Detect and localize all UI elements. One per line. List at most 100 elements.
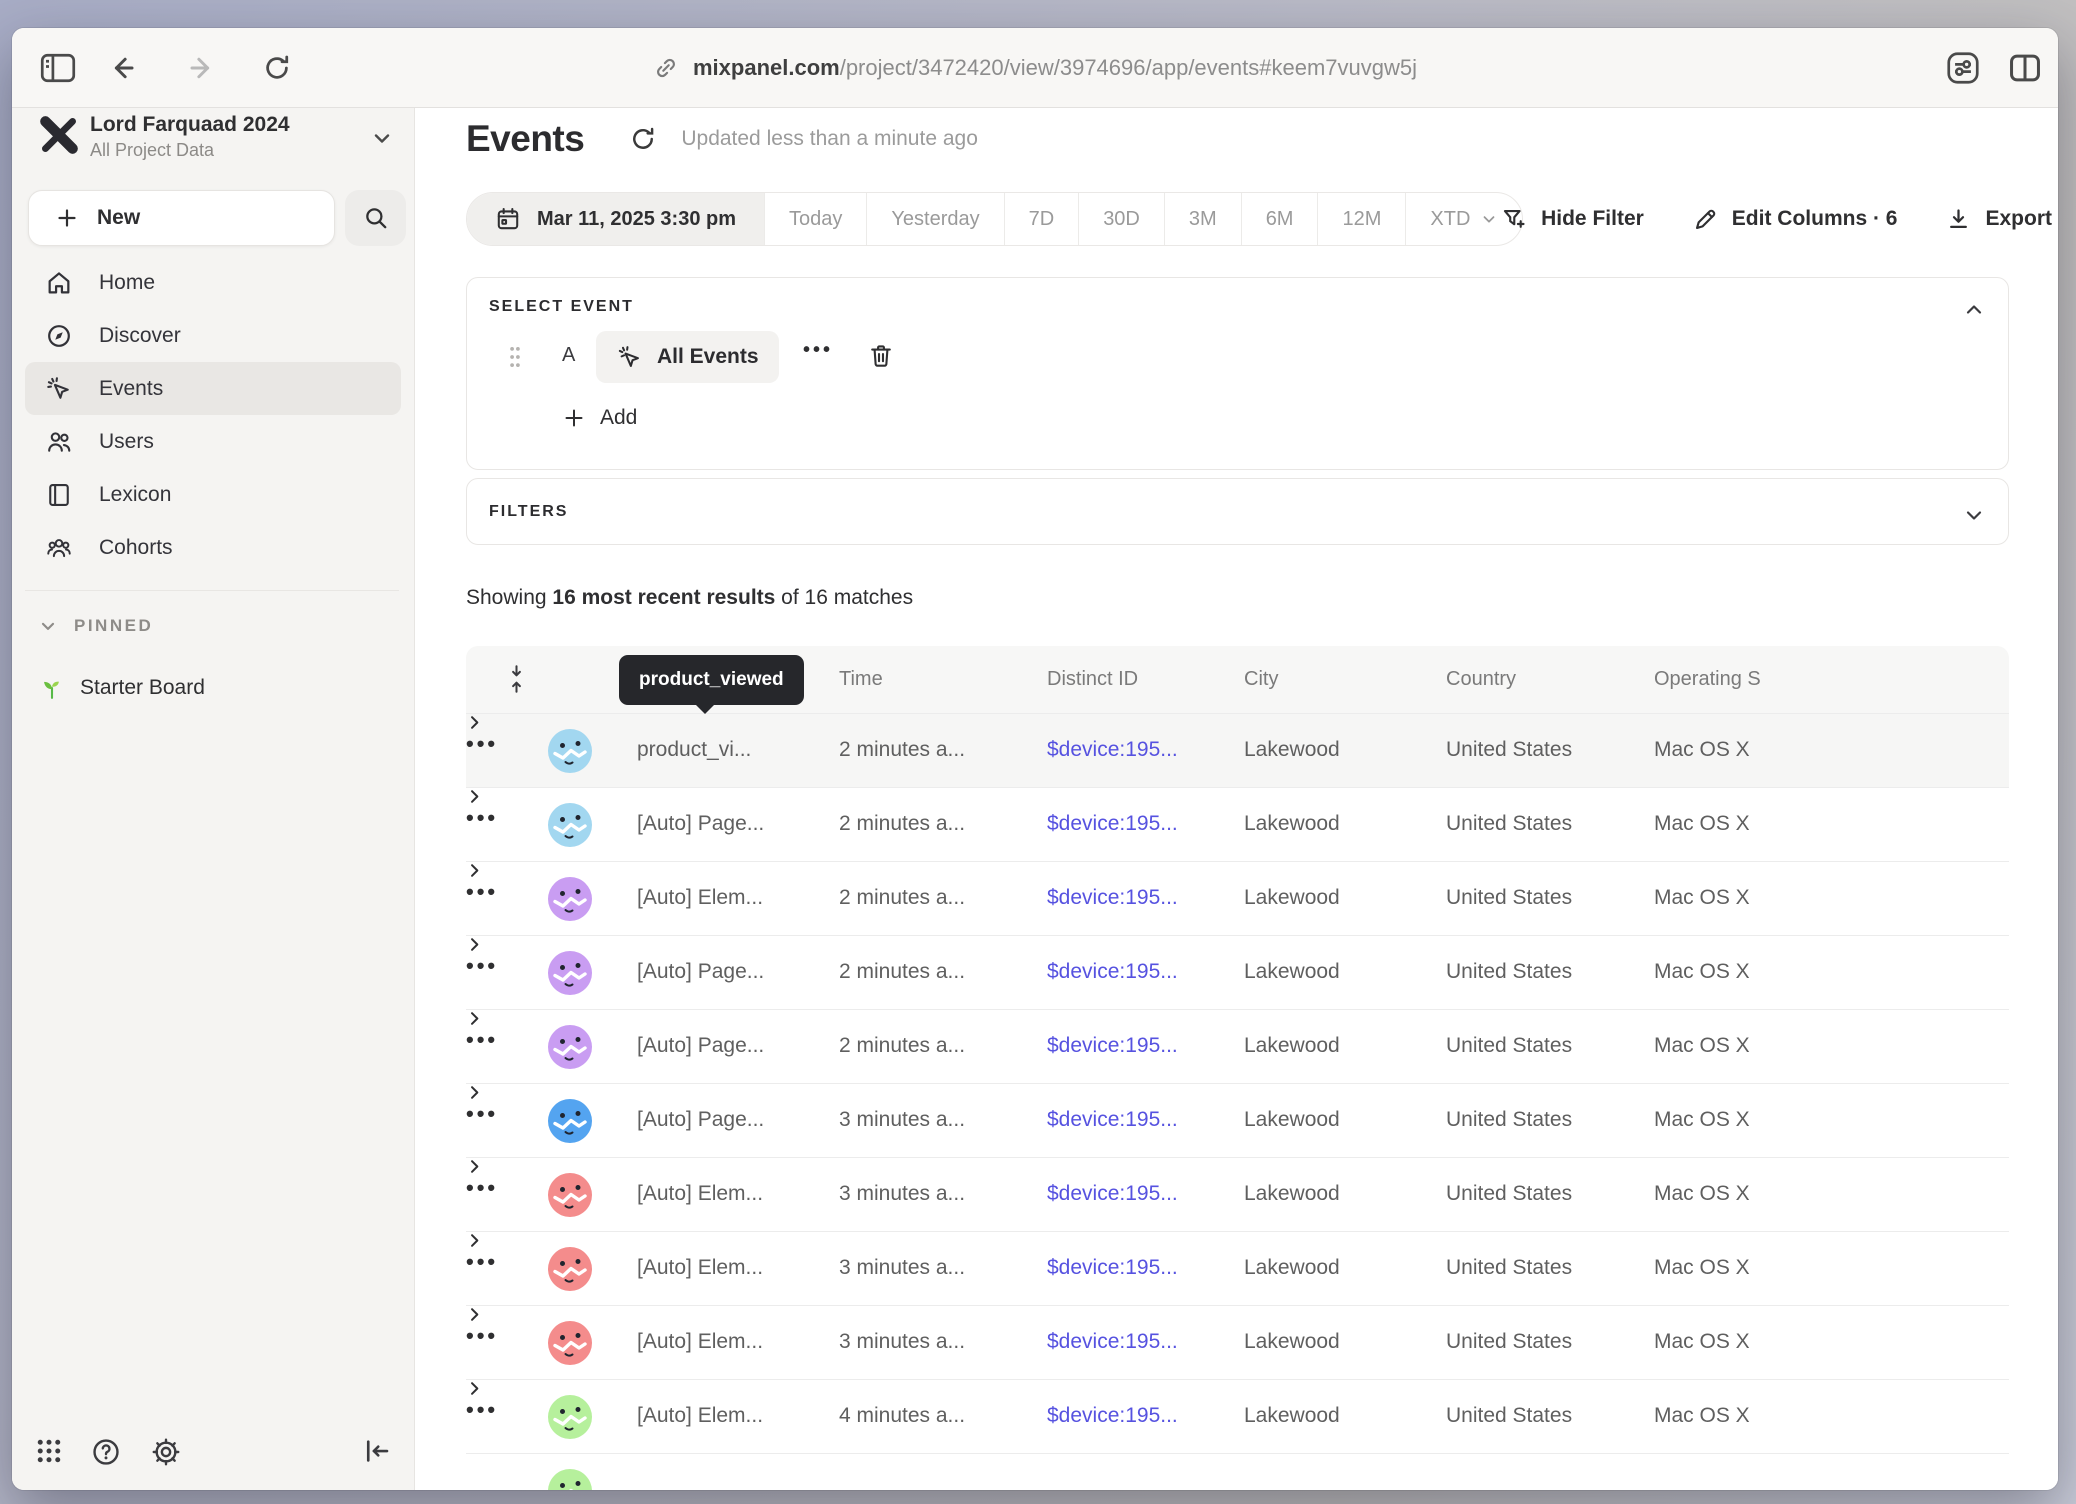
cell-distinct-id[interactable]: $device:195... bbox=[1047, 1330, 1178, 1354]
row-actions-button[interactable]: ••• bbox=[466, 953, 498, 978]
reload-icon[interactable] bbox=[262, 53, 292, 83]
new-button[interactable]: New bbox=[28, 190, 335, 246]
range-7d[interactable]: 7D bbox=[1004, 193, 1079, 245]
chevron-up-icon[interactable] bbox=[1962, 298, 1986, 322]
range-30d[interactable]: 30D bbox=[1078, 193, 1164, 245]
cell-country: United States bbox=[1446, 1108, 1572, 1132]
row-actions-button[interactable]: ••• bbox=[466, 1027, 498, 1052]
row-actions-button[interactable]: ••• bbox=[466, 805, 498, 830]
cell-os: Mac OS X bbox=[1654, 960, 1750, 984]
sidebar-item-starter-board[interactable]: Starter Board bbox=[38, 674, 205, 702]
cell-distinct-id[interactable]: $device:195... bbox=[1047, 1034, 1178, 1058]
project-subtitle: All Project Data bbox=[90, 140, 214, 161]
filter-funnel-icon bbox=[1501, 206, 1528, 233]
sidebar-item-discover[interactable]: Discover bbox=[25, 309, 401, 362]
chevron-down-icon[interactable] bbox=[1962, 503, 1986, 527]
drag-handle-icon[interactable] bbox=[507, 343, 523, 371]
row-actions-button[interactable]: ••• bbox=[466, 879, 498, 904]
cell-event[interactable]: [Auto] Page... bbox=[637, 812, 764, 836]
cell-event[interactable]: [Auto] Page... bbox=[637, 1108, 764, 1132]
cell-event[interactable]: [Auto] Elem... bbox=[637, 886, 763, 910]
cell-event[interactable]: [Auto] Elem... bbox=[637, 1256, 763, 1280]
range-yesterday[interactable]: Yesterday bbox=[866, 193, 1003, 245]
expand-row-icon[interactable] bbox=[466, 862, 2009, 879]
settings-gear-icon[interactable] bbox=[150, 1436, 182, 1468]
date-picker-segment[interactable]: Mar 11, 2025 3:30 pm bbox=[467, 193, 764, 245]
refresh-icon[interactable] bbox=[629, 125, 657, 153]
col-operating-system[interactable]: Operating S bbox=[1654, 668, 1761, 691]
expand-row-icon[interactable] bbox=[466, 1232, 2009, 1249]
browser-toolbar: mixpanel.com/project/3472420/view/397469… bbox=[12, 28, 2058, 108]
cell-event[interactable]: [Auto] Page... bbox=[637, 1034, 764, 1058]
cell-distinct-id[interactable]: $device:195... bbox=[1047, 738, 1178, 762]
row-actions-button[interactable]: ••• bbox=[466, 731, 498, 756]
all-events-chip[interactable]: All Events bbox=[596, 331, 779, 383]
expand-row-icon[interactable] bbox=[466, 788, 2009, 805]
expand-row-icon[interactable] bbox=[466, 714, 2009, 731]
export-button[interactable]: Export bbox=[1945, 206, 2052, 233]
cell-city: Lakewood bbox=[1244, 1330, 1340, 1354]
cell-distinct-id[interactable]: $device:195... bbox=[1047, 1182, 1178, 1206]
new-button-label: New bbox=[97, 206, 140, 230]
add-event-button[interactable]: Add bbox=[562, 406, 637, 430]
cell-distinct-id[interactable]: $device:195... bbox=[1047, 886, 1178, 910]
split-view-icon[interactable] bbox=[2006, 49, 2044, 87]
range-today[interactable]: Today bbox=[764, 193, 866, 245]
collapse-rows-icon[interactable] bbox=[508, 664, 525, 694]
download-icon bbox=[1945, 206, 1972, 233]
row-actions-button[interactable]: ••• bbox=[466, 1175, 498, 1200]
cell-distinct-id[interactable]: $device:195... bbox=[1047, 812, 1178, 836]
cell-event[interactable]: [Auto] Elem... bbox=[637, 1182, 763, 1206]
cell-distinct-id[interactable]: $device:195... bbox=[1047, 1404, 1178, 1428]
row-actions-button[interactable]: ••• bbox=[466, 1397, 498, 1422]
chevron-down-icon bbox=[38, 616, 58, 636]
range-3m[interactable]: 3M bbox=[1164, 193, 1241, 245]
col-country[interactable]: Country bbox=[1446, 668, 1516, 691]
date-range-control: Mar 11, 2025 3:30 pm Today Yesterday 7D … bbox=[466, 192, 1523, 246]
expand-row-icon[interactable] bbox=[466, 1306, 2009, 1323]
expand-row-icon[interactable] bbox=[466, 1380, 2009, 1397]
cell-event[interactable]: [Auto] Elem... bbox=[637, 1404, 763, 1428]
trash-icon[interactable] bbox=[867, 342, 895, 370]
url-bar[interactable]: mixpanel.com/project/3472420/view/397469… bbox=[653, 55, 1417, 81]
sidebar-item-events[interactable]: Events bbox=[25, 362, 401, 415]
sidebar-item-cohorts[interactable]: Cohorts bbox=[25, 521, 401, 574]
cell-event[interactable]: [Auto] Page... bbox=[637, 960, 764, 984]
expand-row-icon[interactable] bbox=[466, 1084, 2009, 1101]
cell-city: Lakewood bbox=[1244, 886, 1340, 910]
col-time[interactable]: Time bbox=[839, 668, 883, 691]
event-more-button[interactable]: ••• bbox=[803, 339, 833, 362]
browser-sidebar-toggle-icon[interactable] bbox=[40, 53, 76, 83]
help-icon[interactable] bbox=[90, 1436, 448, 1468]
hide-filter-button[interactable]: Hide Filter bbox=[1501, 206, 1644, 233]
sidebar-item-users[interactable]: Users bbox=[25, 415, 401, 468]
search-button[interactable] bbox=[345, 190, 406, 246]
expand-row-icon[interactable] bbox=[466, 1010, 2009, 1027]
range-12m[interactable]: 12M bbox=[1317, 193, 1405, 245]
sidebar-item-home[interactable]: Home bbox=[25, 256, 401, 309]
cell-event[interactable]: product_vi... bbox=[637, 738, 751, 762]
cell-distinct-id[interactable]: $device:195... bbox=[1047, 1108, 1178, 1132]
project-switcher[interactable]: Lord Farquaad 2024 All Project Data bbox=[12, 108, 414, 170]
expand-row-icon[interactable] bbox=[466, 1158, 2009, 1175]
cell-distinct-id[interactable]: $device:195... bbox=[1047, 1256, 1178, 1280]
sidebar-item-lexicon[interactable]: Lexicon bbox=[25, 468, 401, 521]
col-distinct-id[interactable]: Distinct ID bbox=[1047, 668, 1138, 691]
row-actions-button[interactable]: ••• bbox=[466, 1101, 498, 1126]
cell-event[interactable]: [Auto] Elem... bbox=[637, 1330, 763, 1354]
collapse-sidebar-icon[interactable] bbox=[362, 1436, 392, 1466]
cell-country: United States bbox=[1446, 886, 1572, 910]
cell-distinct-id[interactable]: $device:195... bbox=[1047, 960, 1178, 984]
apps-grid-icon[interactable] bbox=[34, 1436, 64, 1466]
main-content: Events Updated less than a minute ago Ma… bbox=[415, 108, 2058, 1490]
pinned-section-toggle[interactable]: PINNED bbox=[38, 616, 153, 636]
page-settings-icon[interactable] bbox=[1944, 49, 1982, 87]
range-6m[interactable]: 6M bbox=[1241, 193, 1318, 245]
expand-row-icon[interactable] bbox=[466, 936, 2009, 953]
chevron-down-icon bbox=[1480, 210, 1498, 228]
back-icon[interactable] bbox=[107, 53, 137, 83]
edit-columns-button[interactable]: Edit Columns · 6 bbox=[1692, 206, 1898, 233]
row-actions-button[interactable]: ••• bbox=[466, 1249, 498, 1274]
row-actions-button[interactable]: ••• bbox=[466, 1323, 498, 1348]
col-city[interactable]: City bbox=[1244, 668, 1278, 691]
